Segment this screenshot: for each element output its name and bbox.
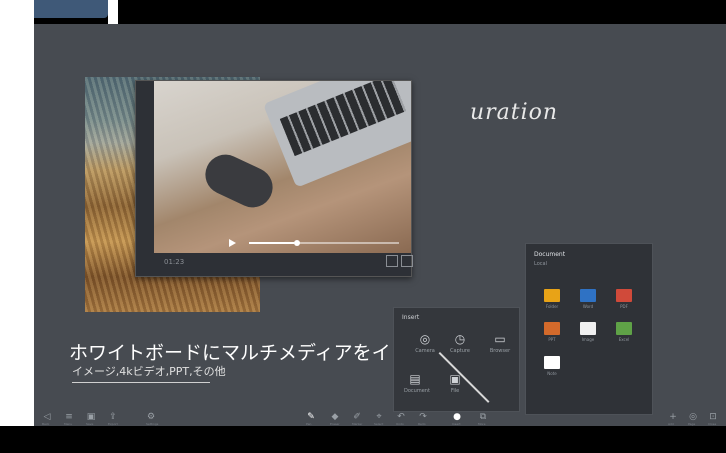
- bottom-toolbar[interactable]: ◁ Back ≡ Menu ▣ Save ⇪ Export ⚙ Settings…: [34, 410, 726, 426]
- fullscreen-icon[interactable]: [386, 255, 398, 267]
- export-icon[interactable]: ⇪: [108, 412, 118, 422]
- undo-icon[interactable]: ↶: [396, 412, 406, 422]
- pdf-icon: [616, 289, 632, 302]
- bottom-bar: [0, 426, 726, 453]
- insert-camera[interactable]: ◎ Camera: [414, 333, 436, 354]
- doc-item-ppt[interactable]: PPT: [540, 322, 564, 344]
- redo-icon[interactable]: ↷: [418, 412, 428, 422]
- insert-item-label: Camera: [415, 348, 435, 354]
- close-icon[interactable]: ⊡: [708, 412, 718, 422]
- insert-panel[interactable]: Insert ◎ Camera ◷ Capture ▭ Browser ▤ Do…: [393, 307, 520, 412]
- insert-document[interactable]: ▤ Document: [404, 372, 430, 394]
- add-page-icon[interactable]: +: [668, 412, 678, 422]
- doc-item-image[interactable]: Image: [576, 322, 600, 344]
- insert-item-label: File: [450, 388, 460, 394]
- doc-item-label: Folder: [545, 304, 559, 309]
- doc-item-label: PPT: [548, 337, 556, 342]
- left-margin: [0, 0, 34, 426]
- capture-icon: ◷: [454, 332, 466, 346]
- subtitle-underline: [72, 382, 210, 383]
- progress-handle[interactable]: [294, 240, 300, 246]
- doc-item-label: Note: [547, 371, 557, 376]
- excel-icon: [616, 322, 632, 335]
- doc-item-label: Image: [581, 337, 595, 342]
- handwritten-text: uration: [470, 100, 559, 125]
- document-icon: ▤: [409, 372, 421, 386]
- browser-icon: ▭: [494, 332, 506, 346]
- word-icon: [580, 289, 596, 302]
- more-icon[interactable]: ⧉: [478, 412, 488, 422]
- tab-notch: [108, 0, 118, 24]
- eraser-icon[interactable]: ◆: [330, 412, 340, 422]
- save-icon[interactable]: ▣: [86, 412, 96, 422]
- insert-item-label: Browser: [489, 348, 511, 354]
- marker-icon[interactable]: ✐: [352, 412, 362, 422]
- video-controls[interactable]: [229, 239, 409, 249]
- page-icon[interactable]: ◎: [688, 412, 698, 422]
- insert-item-label: Document: [404, 388, 430, 394]
- select-icon[interactable]: ⌖: [374, 412, 384, 422]
- progress-bar[interactable]: [249, 240, 399, 246]
- insert-capture[interactable]: ◷ Capture: [449, 333, 471, 354]
- note-icon: [544, 356, 560, 369]
- insert-browser[interactable]: ▭ Browser: [489, 333, 511, 354]
- video-frame[interactable]: [154, 81, 411, 253]
- doc-item-folder[interactable]: Folder: [540, 289, 564, 311]
- video-player-window[interactable]: 01:23: [135, 80, 413, 277]
- camera-icon: ◎: [419, 332, 431, 346]
- insert-item-label: Capture: [450, 348, 470, 354]
- pen-icon[interactable]: ✎: [306, 412, 316, 422]
- folder-icon: [544, 289, 560, 302]
- document-panel[interactable]: Document Local Folder Word PDF PPT Image…: [525, 243, 653, 415]
- doc-item-pdf[interactable]: PDF: [612, 289, 636, 311]
- settings-icon[interactable]: ⚙: [146, 412, 156, 422]
- video-time: 01:23: [164, 258, 185, 266]
- doc-item-label: PDF: [620, 304, 628, 309]
- doc-item-word[interactable]: Word: [576, 289, 600, 311]
- laptop-image: [262, 81, 411, 188]
- menu-icon[interactable]: ≡: [64, 412, 74, 422]
- doc-item-label: Excel: [618, 337, 630, 342]
- headline-subtitle: イメージ,4kビデオ,PPT,その他: [72, 365, 226, 378]
- doc-item-note[interactable]: Note: [540, 356, 564, 378]
- back-icon[interactable]: ◁: [42, 412, 52, 422]
- insert-panel-title: Insert: [402, 314, 420, 321]
- keyboard-image: [279, 81, 406, 157]
- insert-icon[interactable]: ●: [452, 412, 462, 422]
- document-panel-title: Document: [534, 251, 566, 258]
- doc-item-label: Word: [582, 304, 594, 309]
- progress-fill: [249, 242, 294, 244]
- doc-item-excel[interactable]: Excel: [612, 322, 636, 344]
- close-window-icon[interactable]: [401, 255, 413, 267]
- play-icon[interactable]: [229, 239, 236, 247]
- dongle-image: [198, 148, 280, 214]
- image-icon: [580, 322, 596, 335]
- document-panel-subtitle: Local: [534, 261, 547, 267]
- ppt-icon: [544, 322, 560, 335]
